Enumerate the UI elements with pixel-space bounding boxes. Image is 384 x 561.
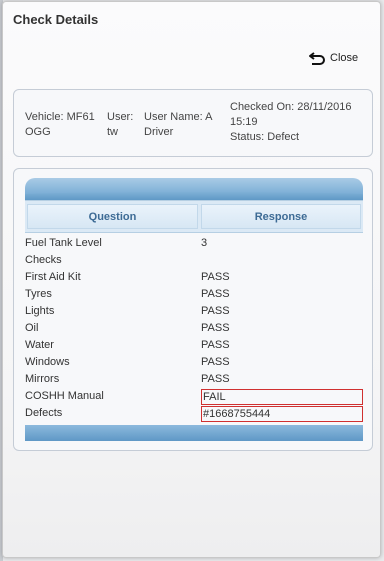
column-header-question: Question — [27, 204, 198, 229]
back-arrow-icon — [308, 51, 326, 65]
status-label: Status: Defect — [230, 131, 300, 143]
column-header-response: Response — [201, 204, 361, 229]
checked-on-label: Checked On: 28/11/2016 15:19 — [230, 101, 352, 128]
defect-reference-cell: #1668755444 — [201, 406, 363, 422]
vehicle-info-panel: Vehicle: MF61 OGG User: tw User Name: A … — [13, 89, 373, 157]
close-label: Close — [330, 52, 359, 64]
question-cell: Water — [25, 339, 54, 351]
question-cell: Defects — [25, 407, 63, 419]
response-cell: PASS — [201, 322, 230, 334]
question-cell: First Aid Kit — [25, 271, 81, 283]
response-cell: PASS — [201, 373, 230, 385]
question-cell: Tyres — [25, 288, 52, 300]
table-row: Fuel Tank Level 3 — [25, 235, 363, 252]
table-row: Mirrors PASS — [25, 371, 363, 388]
response-cell: PASS — [201, 271, 230, 283]
response-cell: PASS — [201, 356, 230, 368]
table-body: Fuel Tank Level 3 Checks First Aid Kit P… — [25, 235, 363, 422]
check-details-dialog: Check Details Close Vehicle: MF61 OGG Us… — [2, 1, 381, 558]
question-cell: Checks — [25, 254, 62, 266]
checks-table-panel: Question Response Fuel Tank Level 3 Chec… — [13, 168, 373, 451]
response-cell: 3 — [201, 237, 208, 249]
response-cell: PASS — [201, 339, 230, 351]
table-row: Oil PASS — [25, 320, 363, 337]
table-header-band — [25, 178, 363, 200]
table-row: Defects #1668755444 — [25, 405, 363, 422]
table-row: Windows PASS — [25, 354, 363, 371]
question-cell: Mirrors — [25, 373, 60, 385]
question-cell: COSHH Manual — [25, 390, 104, 402]
vehicle-label: Vehicle: MF61 OGG — [25, 111, 95, 138]
table-row: Checks — [25, 252, 363, 269]
table-header-row: Question Response — [25, 200, 363, 233]
user-name-label: User Name: A Driver — [144, 111, 212, 138]
response-cell-fail: FAIL — [201, 389, 363, 405]
close-button[interactable]: Close — [308, 49, 358, 67]
table-footer-band — [25, 425, 363, 441]
user-label: User: tw — [107, 111, 134, 138]
table-row: Tyres PASS — [25, 286, 363, 303]
table-row: COSHH Manual FAIL — [25, 388, 363, 405]
response-cell: PASS — [201, 305, 230, 317]
question-cell: Lights — [25, 305, 55, 317]
dialog-title: Check Details — [13, 12, 99, 27]
response-cell: PASS — [201, 288, 230, 300]
table-row: Water PASS — [25, 337, 363, 354]
question-cell: Windows — [25, 356, 70, 368]
table-row: First Aid Kit PASS — [25, 269, 363, 286]
table-row: Lights PASS — [25, 303, 363, 320]
question-cell: Fuel Tank Level — [25, 237, 102, 249]
checked-info: Checked On: 28/11/2016 15:19 Status: Def… — [230, 100, 370, 145]
question-cell: Oil — [25, 322, 39, 334]
